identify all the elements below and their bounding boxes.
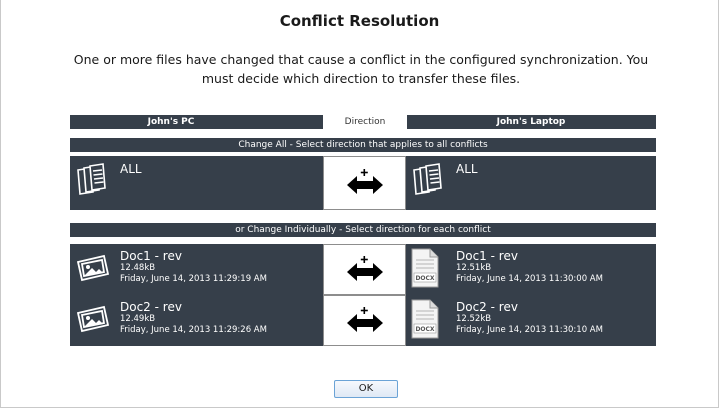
change-all-row: ALL ALL — [70, 156, 656, 210]
individual-section-label: or Change Individually - Select directio… — [70, 223, 656, 237]
conflict-right-cell: DOCX Doc2 - rev 12.52kB Friday, June 14,… — [406, 295, 656, 346]
change-all-right-label: ALL — [456, 162, 478, 176]
change-all-direction-button[interactable] — [323, 156, 406, 210]
file-name: Doc2 - rev — [456, 300, 518, 314]
file-date: Friday, June 14, 2013 11:30:10 AM — [456, 325, 603, 335]
ok-button[interactable]: OK — [334, 380, 398, 398]
docx-badge: DOCX — [415, 326, 434, 333]
bidirectional-arrow-icon — [346, 169, 383, 194]
file-name: Doc2 - rev — [120, 300, 182, 314]
multiple-documents-icon — [412, 162, 446, 198]
conflict-direction-button[interactable] — [323, 244, 406, 295]
photo-document-icon — [76, 303, 110, 339]
file-name: Doc1 - rev — [120, 249, 182, 263]
docx-file-icon: DOCX — [410, 248, 444, 288]
docx-badge: DOCX — [415, 275, 434, 282]
docx-file-icon: DOCX — [410, 299, 444, 339]
conflict-row: Doc2 - rev 12.49kB Friday, June 14, 2013… — [70, 295, 656, 346]
file-size: 12.52kB — [456, 314, 492, 324]
change-all-left-label: ALL — [120, 162, 142, 176]
conflict-direction-button[interactable] — [323, 295, 406, 346]
conflict-left-cell: Doc1 - rev 12.48kB Friday, June 14, 2013… — [70, 244, 323, 295]
photo-document-icon — [76, 252, 110, 288]
change-all-right-cell: ALL — [406, 156, 656, 210]
conflict-right-info: Doc2 - rev 12.52kB Friday, June 14, 2013… — [456, 301, 603, 336]
file-date: Friday, June 14, 2013 11:30:00 AM — [456, 274, 603, 284]
conflict-left-cell: Doc2 - rev 12.49kB Friday, June 14, 2013… — [70, 295, 323, 346]
header-direction: Direction — [323, 115, 407, 129]
bidirectional-arrow-icon — [346, 306, 383, 332]
conflict-row: Doc1 - rev 12.48kB Friday, June 14, 2013… — [70, 244, 656, 295]
conflict-right-cell: DOCX Doc1 - rev 12.51kB Friday, June 14,… — [406, 244, 656, 295]
file-size: 12.49kB — [120, 314, 156, 324]
change-all-left-cell: ALL — [70, 156, 323, 210]
header-target-device: John's Laptop — [496, 117, 566, 127]
file-date: Friday, June 14, 2013 11:29:26 AM — [120, 325, 267, 335]
conflict-resolution-dialog: Conflict Resolution One or more files ha… — [0, 0, 719, 408]
change-all-section-label: Change All - Select direction that appli… — [70, 138, 656, 152]
multiple-documents-icon — [76, 162, 110, 198]
file-date: Friday, June 14, 2013 11:29:19 AM — [120, 274, 267, 284]
file-size: 12.48kB — [120, 263, 156, 273]
header-source-device: John's PC — [147, 117, 195, 127]
conflict-left-info: Doc2 - rev 12.49kB Friday, June 14, 2013… — [120, 301, 267, 336]
dialog-message: One or more files have changed that caus… — [73, 52, 649, 86]
file-name: Doc1 - rev — [456, 249, 518, 263]
conflict-left-info: Doc1 - rev 12.48kB Friday, June 14, 2013… — [120, 250, 267, 285]
conflict-right-info: Doc1 - rev 12.51kB Friday, June 14, 2013… — [456, 250, 603, 285]
file-size: 12.51kB — [456, 263, 492, 273]
bidirectional-arrow-icon — [346, 255, 383, 281]
column-header-bar: John's PC Direction John's Laptop — [70, 115, 656, 129]
dialog-title: Conflict Resolution — [279, 12, 440, 30]
